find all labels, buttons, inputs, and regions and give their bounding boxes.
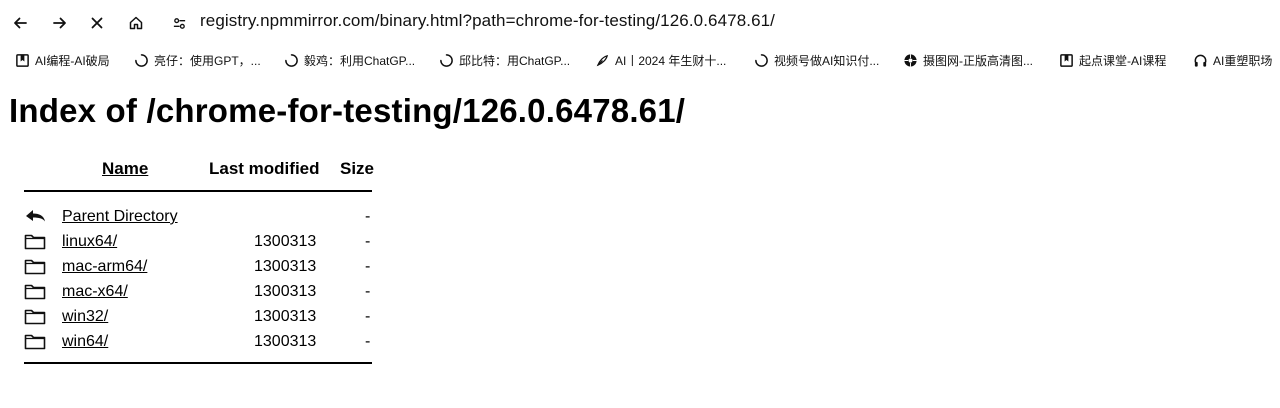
directory-link[interactable]: mac-x64/	[62, 283, 128, 301]
home-icon	[129, 16, 143, 30]
listing-rows: Parent Directory - linux64/1300313- mac-arm…	[24, 205, 373, 355]
last-modified-cell: 1300313	[254, 308, 317, 325]
bookmark-label: AI编程-AI破局	[35, 54, 110, 68]
bookmark-label: 视频号做AI知识付...	[774, 54, 880, 68]
tune-icon	[173, 17, 185, 29]
listing-header: Name Last modified Size	[24, 156, 374, 184]
bookmark-label: 毅鸡：利用ChatGP...	[304, 54, 416, 68]
bookmark-square-icon	[1058, 53, 1074, 69]
bookmark-item[interactable]: 起点课堂-AI课程	[1058, 52, 1166, 69]
bookmark-label: 摄图网-正版高清图...	[923, 54, 1033, 68]
feather-icon	[594, 53, 610, 69]
table-row: win64/1300313 -	[24, 330, 373, 355]
table-row: mac-x64/1300313 -	[24, 280, 373, 305]
last-modified-cell: 1300313	[254, 233, 317, 250]
loading-icon	[133, 53, 149, 69]
loading-icon	[438, 53, 454, 69]
browser-toolbar: registry.npmmirror.com/binary.html?path=…	[0, 0, 1280, 46]
footer-divider	[24, 362, 372, 364]
bookmark-item[interactable]: 亮仔：使用GPT，...	[133, 52, 261, 69]
directory-link[interactable]: win32/	[62, 308, 108, 326]
folder-icon	[24, 307, 46, 325]
close-icon	[91, 17, 103, 29]
directory-link[interactable]: win64/	[62, 333, 108, 351]
last-modified-cell: 1300313	[254, 283, 317, 300]
directory-link[interactable]: linux64/	[62, 233, 117, 251]
bookmark-item[interactable]: AI丨2024 年生财十...	[594, 52, 726, 69]
last-modified-cell: 1300313	[254, 333, 317, 350]
bookmark-label: 亮仔：使用GPT，...	[154, 54, 261, 68]
parent-directory-row: Parent Directory -	[24, 205, 373, 230]
column-last-modified[interactable]: Last modified	[209, 159, 320, 179]
bookmark-item[interactable]: AI重塑职场	[1192, 52, 1272, 69]
folder-icon	[24, 282, 46, 300]
back-arrow-icon	[14, 17, 27, 29]
bookmark-item[interactable]: AI编程-AI破局	[14, 52, 110, 69]
bookmarks-bar: AI编程-AI破局 亮仔：使用GPT，... 毅鸡：利用ChatGP... 邱比特：用…	[0, 48, 1280, 76]
column-name[interactable]: Name	[102, 159, 148, 179]
header-divider	[24, 190, 372, 192]
site-info-button[interactable]	[168, 12, 190, 34]
last-modified-cell: 1300313	[254, 258, 317, 275]
bookmark-square-icon	[14, 53, 30, 69]
directory-link[interactable]: mac-arm64/	[62, 258, 147, 276]
folder-icon	[24, 257, 46, 275]
directory-listing: Name Last modified Size Parent Directory…	[24, 156, 374, 364]
size-cell: -	[365, 233, 371, 250]
bookmark-item[interactable]: 摄图网-正版高清图...	[902, 52, 1033, 69]
back-arrow-icon	[24, 207, 46, 225]
table-row: linux64/1300313 -	[24, 230, 373, 255]
column-size[interactable]: Size	[340, 159, 374, 179]
home-button[interactable]	[124, 11, 148, 35]
address-bar[interactable]: registry.npmmirror.com/binary.html?path=…	[200, 11, 775, 31]
bookmark-label: 起点课堂-AI课程	[1079, 54, 1167, 68]
loading-icon	[753, 53, 769, 69]
size-cell: -	[365, 258, 371, 275]
back-button[interactable]	[8, 11, 32, 35]
size-cell: -	[365, 308, 371, 325]
size-cell: -	[365, 283, 371, 300]
page-title: Index of /chrome-for-testing/126.0.6478.…	[9, 92, 686, 129]
size-cell: -	[365, 208, 371, 225]
bookmark-item[interactable]: 视频号做AI知识付...	[753, 52, 879, 69]
table-row: mac-arm64/1300313 -	[24, 255, 373, 280]
headphones-icon	[1192, 53, 1208, 69]
folder-icon	[24, 232, 46, 250]
bookmark-item[interactable]: 毅鸡：利用ChatGP...	[283, 52, 415, 69]
loading-icon	[283, 53, 299, 69]
table-row: win32/1300313 -	[24, 305, 373, 330]
parent-directory-link[interactable]: Parent Directory	[62, 208, 178, 226]
aperture-icon	[902, 53, 918, 69]
bookmark-item[interactable]: 邱比特：用ChatGP...	[438, 52, 570, 69]
stop-button[interactable]	[85, 11, 109, 35]
bookmark-label: 邱比特：用ChatGP...	[459, 54, 571, 68]
bookmark-label: AI丨2024 年生财十...	[615, 54, 727, 68]
forward-button[interactable]	[48, 11, 72, 35]
size-cell: -	[365, 333, 371, 350]
forward-arrow-icon	[53, 17, 66, 29]
folder-icon	[24, 332, 46, 350]
bookmark-label: AI重塑职场	[1213, 54, 1273, 68]
